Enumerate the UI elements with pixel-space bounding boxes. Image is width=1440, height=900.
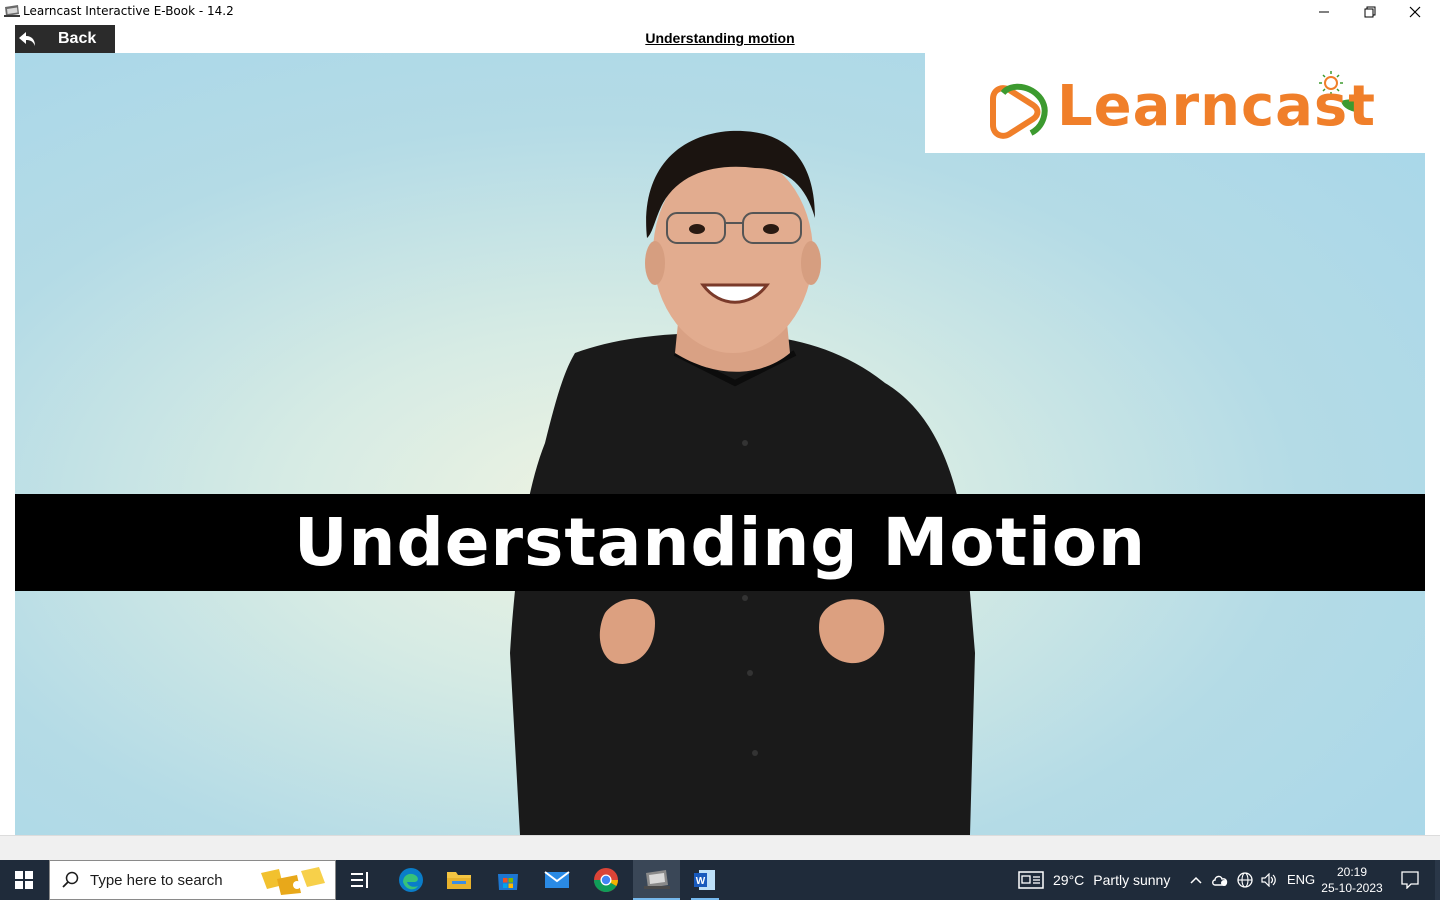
clock[interactable]: 20:19 25-10-2023 bbox=[1316, 860, 1388, 900]
volume-tray[interactable] bbox=[1258, 860, 1280, 900]
speaker-icon bbox=[1261, 873, 1276, 887]
weather-description: Partly sunny bbox=[1093, 872, 1171, 888]
taskbar-edge[interactable] bbox=[390, 860, 432, 900]
search-highlight-icon bbox=[261, 867, 325, 895]
taskbar: Type here to search W 29°C Partly sunny … bbox=[0, 860, 1440, 900]
word-icon: W bbox=[694, 870, 715, 890]
minimize-icon bbox=[1319, 11, 1329, 13]
chrome-icon bbox=[594, 868, 618, 893]
search-icon bbox=[62, 871, 79, 888]
task-view-button[interactable] bbox=[340, 860, 380, 900]
taskbar-file-explorer[interactable] bbox=[438, 860, 480, 900]
window-title: Learncast Interactive E-Book - 14.2 bbox=[23, 4, 234, 18]
mail-icon bbox=[544, 871, 570, 888]
restore-icon bbox=[1364, 6, 1376, 18]
clock-time: 20:19 bbox=[1336, 865, 1368, 879]
title-banner: Understanding Motion bbox=[15, 494, 1425, 591]
status-strip bbox=[0, 835, 1440, 860]
banner-title: Understanding Motion bbox=[293, 504, 1147, 581]
news-weather-icon bbox=[1018, 871, 1044, 889]
restore-button[interactable] bbox=[1347, 0, 1393, 24]
show-desktop-button[interactable] bbox=[1435, 860, 1440, 900]
presenter-figure bbox=[510, 130, 975, 835]
taskbar-chrome[interactable] bbox=[585, 860, 627, 900]
search-placeholder: Type here to search bbox=[90, 871, 223, 889]
svg-text:W: W bbox=[696, 876, 706, 887]
weather-temperature: 29°C bbox=[1053, 872, 1085, 888]
start-button[interactable] bbox=[0, 860, 48, 900]
language-indicator[interactable]: ENG bbox=[1287, 872, 1315, 887]
page-title: Understanding motion bbox=[645, 30, 795, 46]
close-icon bbox=[1409, 6, 1421, 18]
taskbar-store[interactable] bbox=[487, 860, 529, 900]
taskbar-learncast-app[interactable] bbox=[633, 860, 680, 900]
notification-center-button[interactable] bbox=[1392, 860, 1428, 900]
cloud-sync-icon bbox=[1212, 875, 1228, 886]
notification-icon bbox=[1401, 871, 1419, 889]
clock-date: 25-10-2023 bbox=[1321, 881, 1383, 895]
taskbar-search[interactable]: Type here to search bbox=[49, 860, 336, 900]
taskbar-word[interactable]: W bbox=[683, 860, 727, 900]
weather-widget[interactable]: 29°C Partly sunny bbox=[1018, 860, 1178, 900]
edge-icon bbox=[399, 868, 423, 892]
taskbar-mail[interactable] bbox=[536, 860, 578, 900]
app-icon bbox=[4, 5, 20, 17]
minimize-button[interactable] bbox=[1301, 0, 1347, 24]
network-tray[interactable] bbox=[1234, 860, 1256, 900]
learncast-logo: Learncast bbox=[925, 53, 1425, 153]
logo-text: Learncast bbox=[1057, 74, 1377, 139]
chevron-up-icon bbox=[1190, 876, 1202, 884]
title-bar: Learncast Interactive E-Book - 14.2 bbox=[0, 0, 1440, 24]
globe-icon bbox=[1237, 872, 1253, 888]
onedrive-tray[interactable] bbox=[1209, 860, 1231, 900]
windows-icon bbox=[15, 871, 33, 889]
store-icon bbox=[498, 874, 518, 890]
close-button[interactable] bbox=[1392, 0, 1438, 24]
learncast-app-icon bbox=[643, 870, 670, 889]
video-player[interactable]: Learncast Understanding Motion bbox=[15, 53, 1425, 835]
task-view-icon bbox=[351, 872, 368, 888]
show-hidden-icons-button[interactable] bbox=[1186, 860, 1206, 900]
folder-icon bbox=[447, 872, 471, 889]
